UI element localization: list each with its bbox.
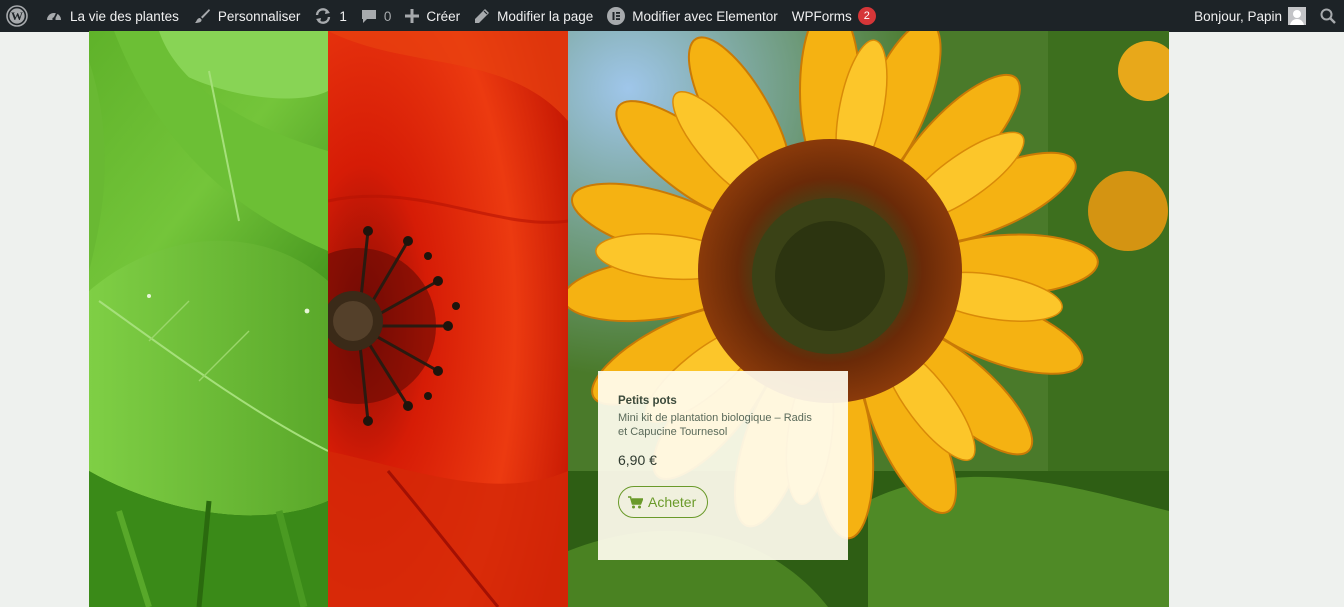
product-title[interactable]: Mini kit de plantation biologique – Radi… xyxy=(618,411,818,439)
shopping-cart-icon xyxy=(628,495,643,509)
product-card: Petits pots Mini kit de plantation biolo… xyxy=(598,371,848,560)
pencil-icon xyxy=(474,8,490,24)
edit-with-elementor-link[interactable]: Modifier avec Elementor xyxy=(600,0,785,32)
comment-bubble-icon xyxy=(361,8,377,24)
updates-link[interactable]: 1 xyxy=(307,0,354,32)
edit-page-label: Modifier la page xyxy=(497,8,594,24)
edit-with-elementor-label: Modifier avec Elementor xyxy=(632,8,778,24)
product-category: Petits pots xyxy=(618,395,677,407)
buy-button-label: Acheter xyxy=(648,494,697,510)
site-name-link[interactable]: La vie des plantes xyxy=(38,0,186,32)
search-icon xyxy=(1320,8,1336,24)
adminbar-search-button[interactable] xyxy=(1313,0,1344,32)
new-content-link[interactable]: Créer xyxy=(398,0,467,32)
svg-text:W: W xyxy=(11,9,23,23)
wpforms-label: WPForms xyxy=(791,8,852,24)
comments-count: 0 xyxy=(383,8,392,24)
my-account-link[interactable]: Bonjour, Papin xyxy=(1187,0,1313,32)
product-price: 6,90 € xyxy=(618,452,657,468)
avatar xyxy=(1288,7,1306,25)
wordpress-logo-icon: W xyxy=(6,5,28,27)
updates-count: 1 xyxy=(339,8,347,24)
new-content-label: Créer xyxy=(426,8,461,24)
customize-label: Personnaliser xyxy=(217,8,301,24)
dashboard-gauge-icon xyxy=(45,7,63,25)
leaf-image xyxy=(89,31,328,607)
site-name-label: La vie des plantes xyxy=(70,8,179,24)
buy-button[interactable]: Acheter xyxy=(618,486,709,518)
elementor-logo-icon xyxy=(607,7,626,25)
updates-refresh-icon xyxy=(314,7,332,25)
wordpress-logo-menu[interactable]: W xyxy=(0,0,38,32)
comments-link[interactable]: 0 xyxy=(354,0,399,32)
customize-link[interactable]: Personnaliser xyxy=(186,0,308,32)
paintbrush-icon xyxy=(193,7,211,25)
wpforms-notification-badge: 2 xyxy=(857,7,876,25)
admin-bar: W La vie des plantes Personnaliser 1 0 C… xyxy=(0,0,1344,32)
wpforms-link[interactable]: WPForms 2 xyxy=(785,0,883,32)
poppy-image xyxy=(328,31,568,607)
edit-page-link[interactable]: Modifier la page xyxy=(467,0,600,32)
greeting-label: Bonjour, Papin xyxy=(1194,8,1282,24)
plus-icon xyxy=(405,9,420,23)
